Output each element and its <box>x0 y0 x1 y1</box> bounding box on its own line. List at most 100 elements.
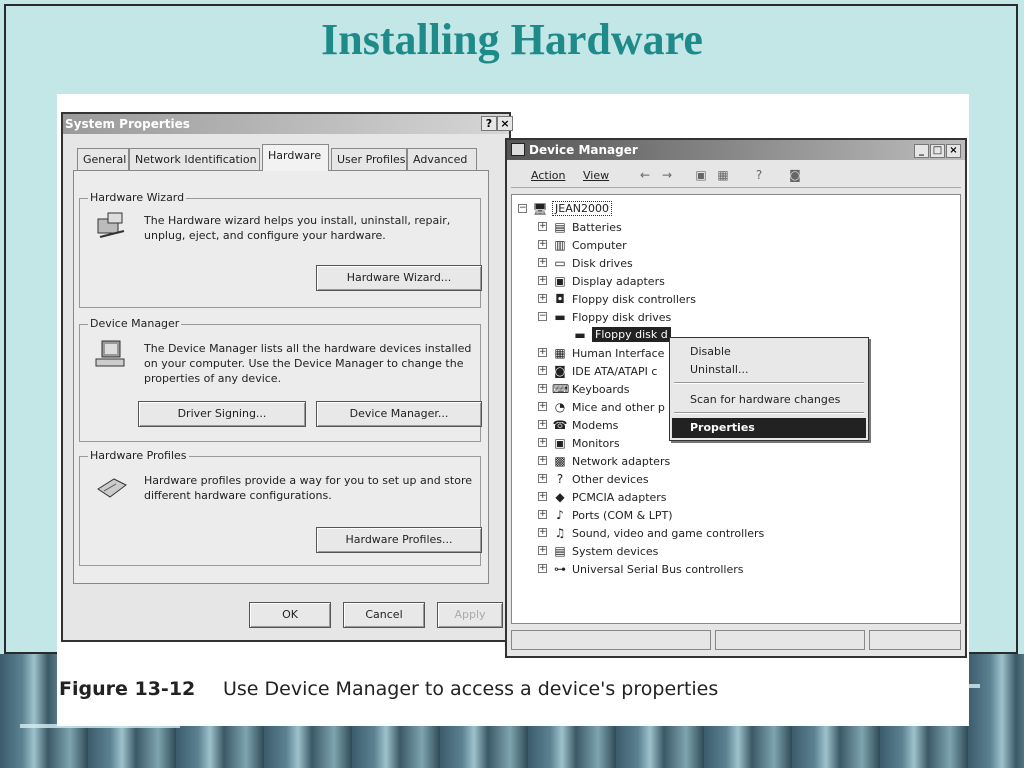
caption-label: Figure 13-12 <box>59 678 196 700</box>
computer-icon: 🖥 <box>532 202 548 216</box>
hardware-wizard-group: Hardware Wizard The Hardware wizard help… <box>79 191 482 308</box>
hardware-wizard-description: The Hardware wizard helps you install, u… <box>144 214 451 242</box>
system-properties-titlebar[interactable]: System Properties ? × <box>63 114 513 134</box>
caption-text: Use Device Manager to access a device's … <box>223 678 719 700</box>
expand-icon[interactable]: + <box>538 222 547 231</box>
expand-icon[interactable]: + <box>538 420 547 429</box>
scan-icon[interactable]: ◙ <box>787 168 803 182</box>
back-arrow-icon[interactable]: ← <box>637 168 653 182</box>
usb-icon: ⊶ <box>554 562 566 576</box>
close-button[interactable]: × <box>497 116 513 131</box>
hardware-wizard-icon <box>97 212 125 238</box>
sound-icon: ♫ <box>554 526 566 540</box>
collapse-icon[interactable]: − <box>518 204 527 213</box>
menu-separator <box>674 412 864 414</box>
menu-item-properties[interactable]: Properties <box>672 418 866 438</box>
hardware-wizard-heading: Hardware Wizard <box>88 191 187 204</box>
device-manager-titlebar[interactable]: Device Manager _ □ × <box>507 140 965 160</box>
battery-icon: ▤ <box>554 220 566 234</box>
device-manager-toolbar: Action View ← → ▣ ▦ ? ◙ <box>511 164 961 188</box>
expand-icon[interactable]: + <box>538 366 547 375</box>
system-icon: ▤ <box>554 544 566 558</box>
properties-icon[interactable]: ▣ <box>693 168 709 182</box>
expand-icon[interactable]: + <box>538 492 547 501</box>
device-manager-title: Device Manager <box>529 143 638 157</box>
status-pane <box>869 630 961 650</box>
hardware-wizard-button[interactable]: Hardware Wizard... <box>316 265 482 291</box>
context-menu: Disable Uninstall... Scan for hardware c… <box>669 337 869 441</box>
network-icon: ▩ <box>554 454 566 468</box>
expand-icon[interactable]: + <box>538 474 547 483</box>
maximize-button[interactable]: □ <box>930 144 945 158</box>
collapse-icon[interactable]: − <box>538 312 547 321</box>
menu-item-scan[interactable]: Scan for hardware changes <box>672 390 866 410</box>
modem-icon: ☎ <box>552 418 568 432</box>
ok-button[interactable]: OK <box>249 602 331 628</box>
disk-icon: ▭ <box>554 256 566 270</box>
close-button[interactable]: × <box>946 144 961 158</box>
status-bar <box>511 630 961 652</box>
monitor-icon: ▣ <box>554 436 566 450</box>
root-label: JEAN2000 <box>552 201 612 216</box>
expand-icon[interactable]: + <box>538 258 547 267</box>
device-manager-icon <box>95 340 125 367</box>
status-pane <box>511 630 711 650</box>
port-icon: ♪ <box>556 508 564 522</box>
expand-icon[interactable]: + <box>538 456 547 465</box>
expand-icon[interactable]: + <box>538 402 547 411</box>
help-button[interactable]: ? <box>481 116 497 131</box>
keyboard-icon: ⌨ <box>552 382 570 396</box>
display-icon: ▣ <box>554 274 566 288</box>
ide-icon: ◙ <box>554 364 566 378</box>
expand-icon[interactable]: + <box>538 276 547 285</box>
floppy-icon: ▬ <box>554 310 566 324</box>
expand-icon[interactable]: + <box>538 294 547 303</box>
expand-icon[interactable]: + <box>538 240 547 249</box>
minimize-button[interactable]: _ <box>914 144 929 158</box>
apply-button[interactable]: Apply <box>437 602 503 628</box>
forward-arrow-icon[interactable]: → <box>659 168 675 182</box>
expand-icon[interactable]: + <box>538 546 547 555</box>
figure: System Properties ? × General Network Id… <box>57 94 969 726</box>
cancel-button[interactable]: Cancel <box>343 602 425 628</box>
computer-icon: ▥ <box>554 238 566 252</box>
expand-icon[interactable]: + <box>538 348 547 357</box>
device-manager-heading: Device Manager <box>88 317 182 330</box>
driver-signing-button[interactable]: Driver Signing... <box>138 401 306 427</box>
device-manager-button[interactable]: Device Manager... <box>316 401 482 427</box>
expand-icon[interactable]: + <box>538 564 547 573</box>
tab-user-profiles[interactable]: User Profiles <box>331 148 407 170</box>
mouse-icon: ◔ <box>554 400 566 414</box>
tab-general[interactable]: General <box>77 148 129 170</box>
system-properties-window: System Properties ? × General Network Id… <box>61 112 513 642</box>
figure-caption: Figure 13-12 Use Device Manager to acces… <box>57 678 969 712</box>
expand-icon[interactable]: + <box>538 528 547 537</box>
hardware-profiles-button[interactable]: Hardware Profiles... <box>316 527 482 553</box>
controller-icon: ◘ <box>555 292 565 306</box>
tab-network-identification[interactable]: Network Identification <box>129 148 260 170</box>
menu-action[interactable]: Action <box>531 169 565 182</box>
expand-icon[interactable]: + <box>538 510 547 519</box>
tab-hardware[interactable]: Hardware <box>262 144 329 171</box>
slide-title: Installing Hardware <box>321 15 703 64</box>
expand-icon[interactable]: + <box>538 384 547 393</box>
hardware-profiles-group: Hardware Profiles Hardware profiles prov… <box>79 449 482 566</box>
hardware-profiles-description: Hardware profiles provide a way for you … <box>144 474 473 502</box>
device-manager-description: The Device Manager lists all the hardwar… <box>144 342 472 385</box>
device-manager-app-icon <box>511 143 525 156</box>
menu-item-uninstall[interactable]: Uninstall... <box>672 360 866 380</box>
expand-icon[interactable]: + <box>538 438 547 447</box>
hardware-profiles-icon <box>97 478 127 498</box>
details-icon[interactable]: ▦ <box>715 168 731 182</box>
menu-view[interactable]: View <box>583 169 609 182</box>
floppy-icon: ▬ <box>574 328 586 342</box>
device-manager-group: Device Manager The Device Manager lists … <box>79 317 482 442</box>
question-icon: ? <box>556 472 564 486</box>
menu-item-disable[interactable]: Disable <box>672 342 866 362</box>
menu-separator <box>674 382 864 384</box>
status-pane <box>715 630 865 650</box>
help-icon[interactable]: ? <box>751 168 767 182</box>
pcmcia-icon: ◆ <box>555 490 565 504</box>
tab-advanced[interactable]: Advanced <box>407 148 477 170</box>
hid-icon: ▦ <box>554 346 566 360</box>
